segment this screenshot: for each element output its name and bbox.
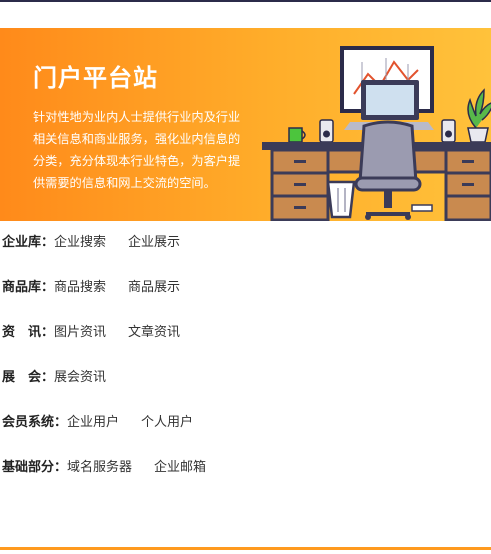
potted-plant-icon: [467, 88, 491, 143]
product-display-link[interactable]: 商品展示: [128, 280, 180, 295]
domain-server-link[interactable]: 域名服务器: [67, 460, 132, 475]
mug-icon: [288, 127, 306, 143]
menu-row-news: 资 讯：图片资讯 文章资讯: [2, 322, 202, 344]
menu-label: 企业库：: [2, 235, 55, 250]
office-chair-icon: [354, 120, 422, 220]
banner-description: 针对性地为业内人士提供行业内及行业相关信息和商业服务，强化业内信息的分类，充分体…: [33, 110, 241, 190]
menu-row-product-library: 商品库：商品搜索 商品展示: [2, 277, 202, 299]
exhibition-news-link[interactable]: 展会资讯: [54, 370, 106, 385]
menu-label: 会员系统：: [2, 415, 68, 430]
article-news-link[interactable]: 文章资讯: [128, 325, 180, 340]
office-desk-illustration: [262, 46, 491, 221]
menu-label: 资 讯：: [2, 325, 55, 340]
personal-user-link[interactable]: 个人用户: [141, 415, 193, 430]
product-search-link[interactable]: 商品搜索: [54, 280, 106, 295]
image-news-link[interactable]: 图片资讯: [54, 325, 106, 340]
menu-label: 展 会：: [2, 370, 55, 385]
trash-bin-icon: [326, 180, 356, 219]
enterprise-search-link[interactable]: 企业搜索: [54, 235, 106, 250]
menu-row-enterprise-library: 企业库：企业搜索 企业展示: [2, 232, 202, 254]
menu-row-basic-services: 基础部分：域名服务器 企业邮箱: [2, 457, 228, 479]
banner: 门户平台站 针对性地为业内人士提供行业内及行业相关信息和商业服务，强化业内信息的…: [0, 28, 491, 221]
top-bar: [0, 0, 491, 2]
banner-title: 门户平台站: [33, 64, 158, 92]
menu-label: 商品库：: [2, 280, 55, 295]
enterprise-email-link[interactable]: 企业邮箱: [154, 460, 206, 475]
menu-label: 基础部分：: [2, 460, 68, 475]
menu-row-exhibition: 展 会：展会资讯: [2, 367, 128, 389]
bottom-accent-line: [0, 547, 491, 550]
menu-row-member-system: 会员系统：企业用户 个人用户: [2, 412, 215, 434]
enterprise-display-link[interactable]: 企业展示: [128, 235, 180, 250]
enterprise-user-link[interactable]: 企业用户: [67, 415, 119, 430]
